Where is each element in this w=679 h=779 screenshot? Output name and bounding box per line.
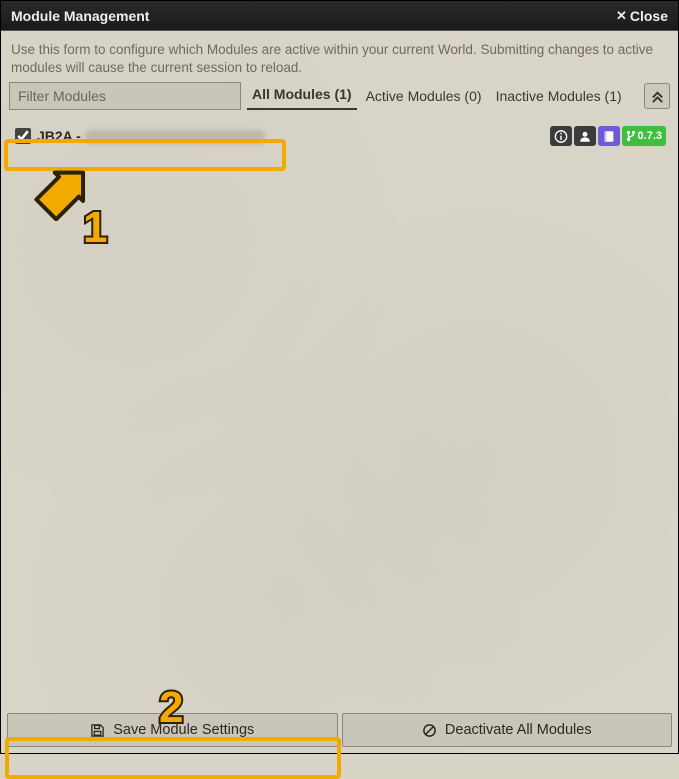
module-badges: 0.7.3 <box>550 126 666 146</box>
author-badge[interactable] <box>574 126 596 146</box>
close-label: Close <box>630 8 668 24</box>
save-module-settings-button[interactable]: Save Module Settings <box>7 713 338 747</box>
save-label: Save Module Settings <box>113 722 254 738</box>
footer-buttons: Save Module Settings Deactivate All Modu… <box>1 707 678 753</box>
info-icon <box>554 129 568 144</box>
window-title: Module Management <box>11 8 149 24</box>
info-badge[interactable] <box>550 126 572 146</box>
content-area: Use this form to configure which Modules… <box>1 31 678 753</box>
description-text: Use this form to configure which Modules… <box>1 31 678 82</box>
tab-active-modules[interactable]: Active Modules (0) <box>361 84 487 110</box>
branch-icon <box>626 130 636 142</box>
controls-row: All Modules (1) Active Modules (0) Inact… <box>1 82 678 114</box>
ban-icon <box>422 723 437 738</box>
tabs: All Modules (1) Active Modules (0) Inact… <box>247 82 638 110</box>
close-icon: ✕ <box>616 8 627 24</box>
module-row: JB2A - 0.7.3 <box>9 122 670 150</box>
titlebar: Module Management ✕ Close <box>1 1 678 31</box>
deactivate-all-button[interactable]: Deactivate All Modules <box>342 713 673 747</box>
module-name-link[interactable]: JB2A - <box>37 128 265 144</box>
collapse-all-button[interactable] <box>644 83 670 109</box>
chevrons-up-icon <box>650 89 665 104</box>
tab-inactive-modules[interactable]: Inactive Modules (1) <box>491 84 627 110</box>
module-list-spacer <box>1 150 678 707</box>
version-badge[interactable]: 0.7.3 <box>622 126 666 146</box>
module-enable-checkbox[interactable] <box>15 128 31 144</box>
module-management-window: Module Management ✕ Close Use this form … <box>0 0 679 754</box>
deactivate-label: Deactivate All Modules <box>445 722 592 738</box>
book-icon <box>602 129 616 144</box>
book-badge[interactable] <box>598 126 620 146</box>
close-button[interactable]: ✕ Close <box>616 8 668 24</box>
tab-all-modules[interactable]: All Modules (1) <box>247 82 357 110</box>
filter-modules-input[interactable] <box>9 82 241 110</box>
redacted-text <box>85 130 265 144</box>
save-icon <box>90 723 105 738</box>
person-icon <box>578 129 592 144</box>
